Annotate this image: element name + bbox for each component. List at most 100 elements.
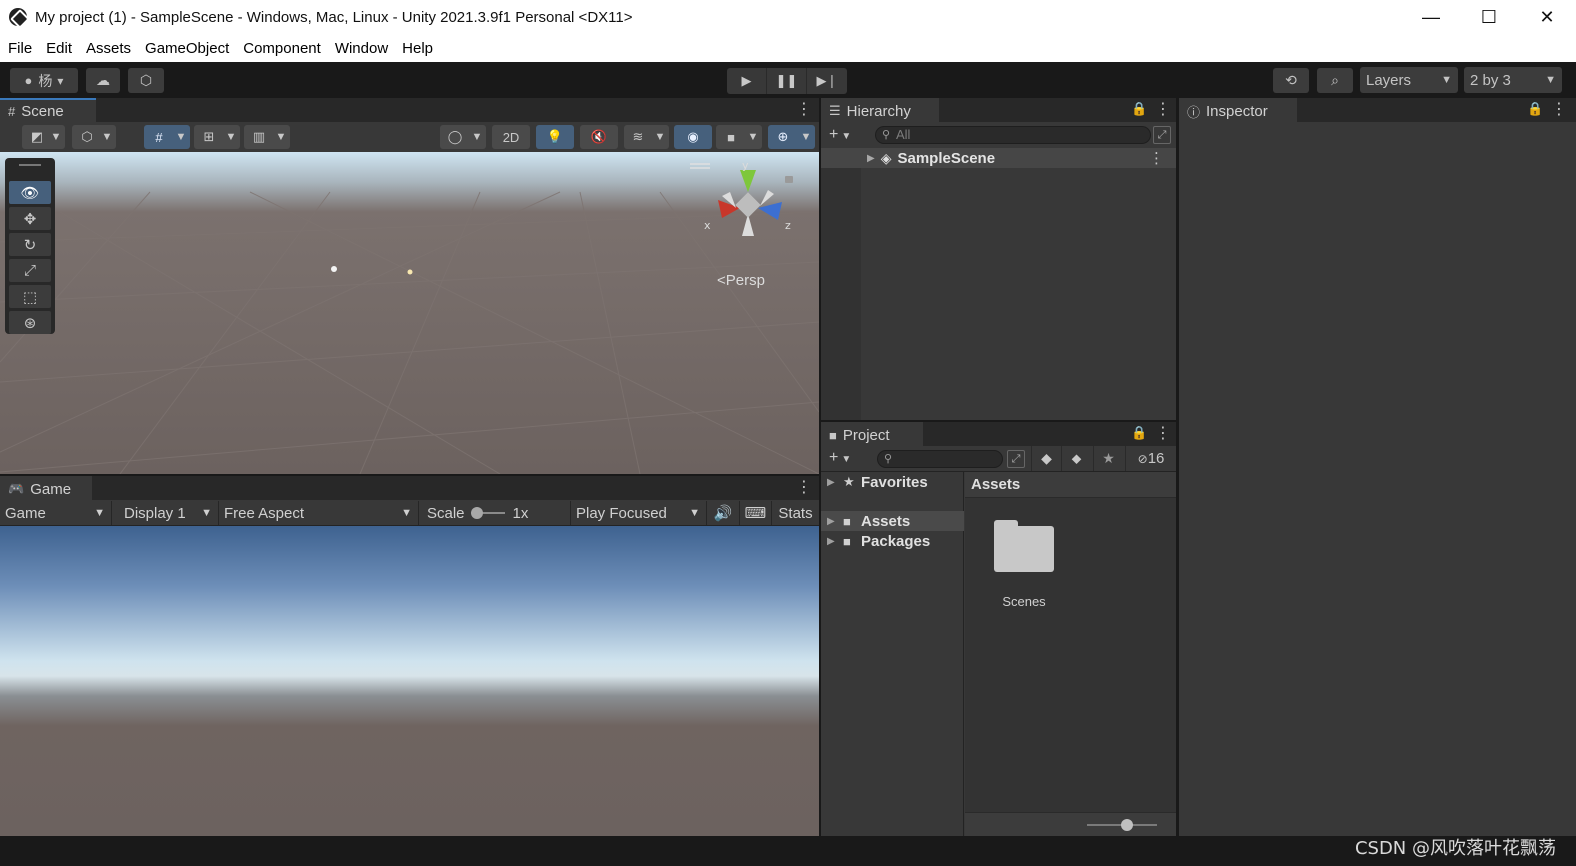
tab-project[interactable]: ■ Project: [821, 422, 923, 446]
menu-assets[interactable]: Assets: [79, 40, 138, 57]
visibility-toggle[interactable]: ◉: [674, 125, 712, 149]
menu-window[interactable]: Window: [328, 40, 395, 57]
rect-tool[interactable]: ⬚: [9, 285, 51, 308]
audio-toggle[interactable]: 🔇: [580, 125, 618, 149]
row-menu-button[interactable]: ⋮: [1149, 149, 1164, 167]
tab-scene[interactable]: # Scene: [0, 98, 96, 122]
scene-menu-button[interactable]: ⋮: [796, 101, 812, 119]
game-view-select[interactable]: Game ▼: [0, 501, 112, 525]
pause-button[interactable]: ❚❚: [767, 68, 807, 94]
tree-item-favorites[interactable]: ▶ ★ Favorites: [821, 472, 964, 492]
lighting-toggle[interactable]: 💡: [536, 125, 574, 149]
grid-snap-button[interactable]: #: [144, 125, 174, 149]
hidden-packages-button[interactable]: ⊘16: [1125, 446, 1176, 471]
menu-edit[interactable]: Edit: [39, 40, 79, 57]
tree-item-assets[interactable]: ▶ ■ Assets: [821, 511, 964, 531]
scale-track[interactable]: [470, 507, 505, 519]
rotate-tool[interactable]: ↻: [9, 233, 51, 256]
game-menu-button[interactable]: ⋮: [796, 479, 812, 497]
account-dropdown[interactable]: ● 杨: [10, 68, 78, 93]
increment-snap-button[interactable]: ⊞: [194, 125, 224, 149]
project-menu-button[interactable]: ⋮: [1155, 425, 1171, 443]
close-button[interactable]: ✕: [1518, 0, 1576, 34]
icon-size-slider-knob[interactable]: [1121, 819, 1133, 831]
gizmos-dropdown[interactable]: ▼: [797, 125, 815, 149]
create-dropdown[interactable]: + ▼: [829, 127, 859, 145]
search-filter-button[interactable]: ⤢: [1153, 126, 1171, 144]
breadcrumb[interactable]: Assets: [965, 472, 1176, 498]
camera-gizmo[interactable]: [407, 269, 413, 275]
draw-mode-dropdown[interactable]: ▼: [47, 125, 65, 149]
transform-tool[interactable]: ⊛: [9, 311, 51, 334]
play-mode-select[interactable]: Play Focused ▼: [571, 501, 707, 525]
tab-inspector[interactable]: ⓘ Inspector: [1179, 98, 1297, 122]
move-tool[interactable]: ✥: [9, 207, 51, 230]
light-gizmo[interactable]: [331, 266, 337, 272]
shading-button[interactable]: ◯: [440, 125, 470, 149]
orientation-gizmo[interactable]: y x z: [700, 162, 800, 262]
keyboard-shortcuts-button[interactable]: ⌨: [740, 501, 772, 525]
splitter-scene-game[interactable]: [0, 474, 819, 476]
grid-snap-dropdown[interactable]: ▼: [172, 125, 190, 149]
tree-item-packages[interactable]: ▶ ■ Packages: [821, 531, 964, 551]
mute-audio-button[interactable]: 🔊: [707, 501, 740, 525]
hierarchy-search-input[interactable]: ⚲ All: [875, 126, 1151, 144]
layout-dropdown[interactable]: 2 by 3 ▼: [1464, 67, 1562, 93]
aspect-select[interactable]: Free Aspect ▼: [219, 501, 419, 525]
menu-help[interactable]: Help: [395, 40, 440, 57]
foldout-arrow-icon[interactable]: ▶: [827, 516, 839, 527]
lock-icon[interactable]: 🔒: [1131, 101, 1147, 119]
camera-button[interactable]: ■: [716, 125, 746, 149]
projection-label[interactable]: <Persp: [717, 272, 765, 289]
project-search-input[interactable]: ⚲: [877, 450, 1003, 468]
effects-button[interactable]: ≋: [624, 125, 652, 149]
hierarchy-row-samplescene[interactable]: ▶ ◈ SampleScene ⋮: [821, 148, 1176, 168]
ruler-dropdown[interactable]: ▼: [272, 125, 290, 149]
gizmo-lock-icon[interactable]: [785, 176, 793, 183]
stats-button[interactable]: Stats: [772, 501, 819, 525]
layers-dropdown[interactable]: Layers ▼: [1360, 67, 1458, 93]
effects-dropdown[interactable]: ▼: [651, 125, 669, 149]
lock-icon[interactable]: 🔒: [1527, 101, 1543, 119]
view-tool[interactable]: 👁: [9, 181, 51, 204]
game-viewport[interactable]: [0, 526, 819, 836]
cloud-button[interactable]: ☁: [86, 68, 120, 93]
scale-tool[interactable]: ⤢: [9, 259, 51, 282]
tab-hierarchy[interactable]: ☰ Hierarchy: [821, 98, 939, 122]
menu-component[interactable]: Component: [236, 40, 328, 57]
play-button[interactable]: ▶: [727, 68, 767, 94]
display-select[interactable]: Display 1 ▼: [119, 501, 219, 525]
menu-gameobject[interactable]: GameObject: [138, 40, 236, 57]
foldout-arrow-icon[interactable]: ▶: [867, 153, 875, 164]
scale-knob[interactable]: [470, 507, 483, 519]
gizmos-button[interactable]: ⊕: [768, 125, 798, 149]
mode-2d-button[interactable]: 2D: [492, 125, 530, 149]
project-create-dropdown[interactable]: + ▼: [829, 449, 859, 467]
tab-game[interactable]: 🎮 Game: [0, 476, 92, 500]
hierarchy-menu-button[interactable]: ⋮: [1155, 101, 1171, 119]
menu-file[interactable]: File: [0, 40, 39, 57]
project-filter-button[interactable]: ⤢: [1007, 450, 1025, 468]
inspector-menu-button[interactable]: ⋮: [1551, 101, 1567, 119]
lock-icon[interactable]: 🔒: [1131, 425, 1147, 443]
increment-snap-dropdown[interactable]: ▼: [222, 125, 240, 149]
scene-viewport[interactable]: 👁 ✥ ↻ ⤢ ⬚ ⊛ y x z <Persp: [0, 152, 819, 474]
minimize-button[interactable]: —: [1402, 0, 1460, 34]
palette-grip[interactable]: [19, 164, 41, 166]
collab-button[interactable]: ⬡: [128, 68, 164, 93]
search-by-type-button[interactable]: ◆: [1031, 446, 1061, 471]
scale-slider[interactable]: Scale 1x: [421, 501, 571, 525]
ruler-button[interactable]: ▥: [244, 125, 274, 149]
shading-dropdown[interactable]: ▼: [468, 125, 486, 149]
foldout-arrow-icon[interactable]: ▶: [827, 536, 839, 547]
step-button[interactable]: ▶❘: [807, 68, 847, 94]
render-mode-dropdown[interactable]: ▼: [98, 125, 116, 149]
foldout-arrow-icon[interactable]: ▶: [827, 477, 839, 488]
asset-folder-scenes[interactable]: Scenes: [989, 520, 1059, 612]
search-button[interactable]: ⌕: [1317, 68, 1353, 93]
maximize-button[interactable]: ☐: [1460, 0, 1518, 34]
search-by-label-button[interactable]: ⬥: [1061, 446, 1091, 471]
camera-dropdown[interactable]: ▼: [744, 125, 762, 149]
save-search-button[interactable]: ★: [1093, 446, 1123, 471]
undo-history-button[interactable]: ⟲: [1273, 68, 1309, 93]
